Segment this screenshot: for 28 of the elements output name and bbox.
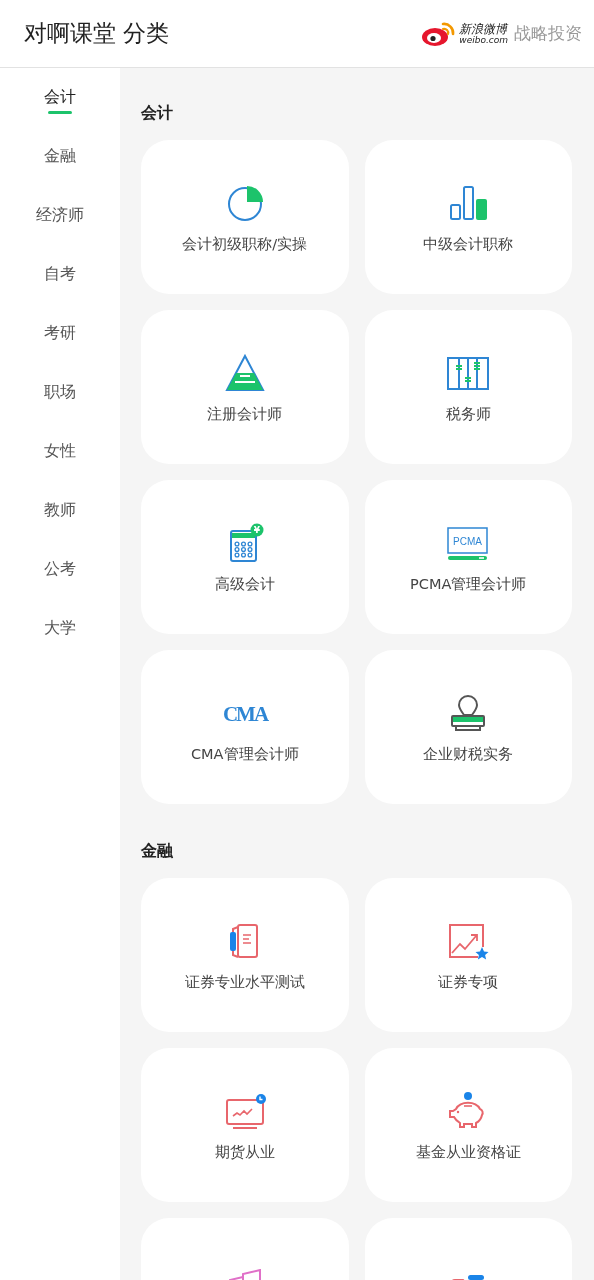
cma-logo: CMA [220, 693, 269, 733]
sidebar-item[interactable]: 自考 [0, 245, 120, 304]
category-card[interactable]: 证券专业水平测试 [141, 878, 349, 1032]
category-card[interactable]: 期货从业 [141, 1048, 349, 1202]
category-card[interactable]: 注册会计师 [141, 310, 349, 464]
sidebar-item[interactable]: 职场 [0, 363, 120, 422]
sidebar-item[interactable]: 大学 [0, 599, 120, 658]
sidebar-item[interactable]: 考研 [0, 304, 120, 363]
category-card[interactable]: 基金从业资格证 [364, 1048, 572, 1202]
category-card[interactable]: PCMA PCMA管理会计师 [364, 480, 572, 634]
category-card[interactable]: 会计初级职称/实操 [141, 140, 349, 294]
weibo-logo: 新浪微博 weibo.com [421, 19, 508, 48]
section-title: 会计 [141, 102, 174, 124]
sidebar-item[interactable]: 女性 [0, 422, 120, 481]
category-card[interactable]: 证券专项 [364, 878, 572, 1032]
category-card[interactable]: 企业财税实务 [364, 650, 572, 804]
sponsor-label: 战略投资 [514, 22, 582, 45]
sidebar-item[interactable]: 会计 [0, 68, 120, 127]
sidebar-item[interactable]: 公考 [0, 540, 120, 599]
category-card[interactable]: 中级会计职称 [364, 140, 572, 294]
category-card[interactable]: 税务师 [364, 310, 572, 464]
sidebar-item[interactable]: 教师 [0, 481, 120, 540]
sidebar-item[interactable]: 经济师 [0, 186, 120, 245]
section-title: 金融 [141, 840, 174, 862]
category-card[interactable]: CMA CMA管理会计师 [141, 650, 349, 804]
page-title: 对啊课堂 分类 [24, 19, 170, 48]
sidebar-item[interactable]: 金融 [0, 127, 120, 186]
category-card[interactable]: ¥ 高级会计 [141, 480, 349, 634]
